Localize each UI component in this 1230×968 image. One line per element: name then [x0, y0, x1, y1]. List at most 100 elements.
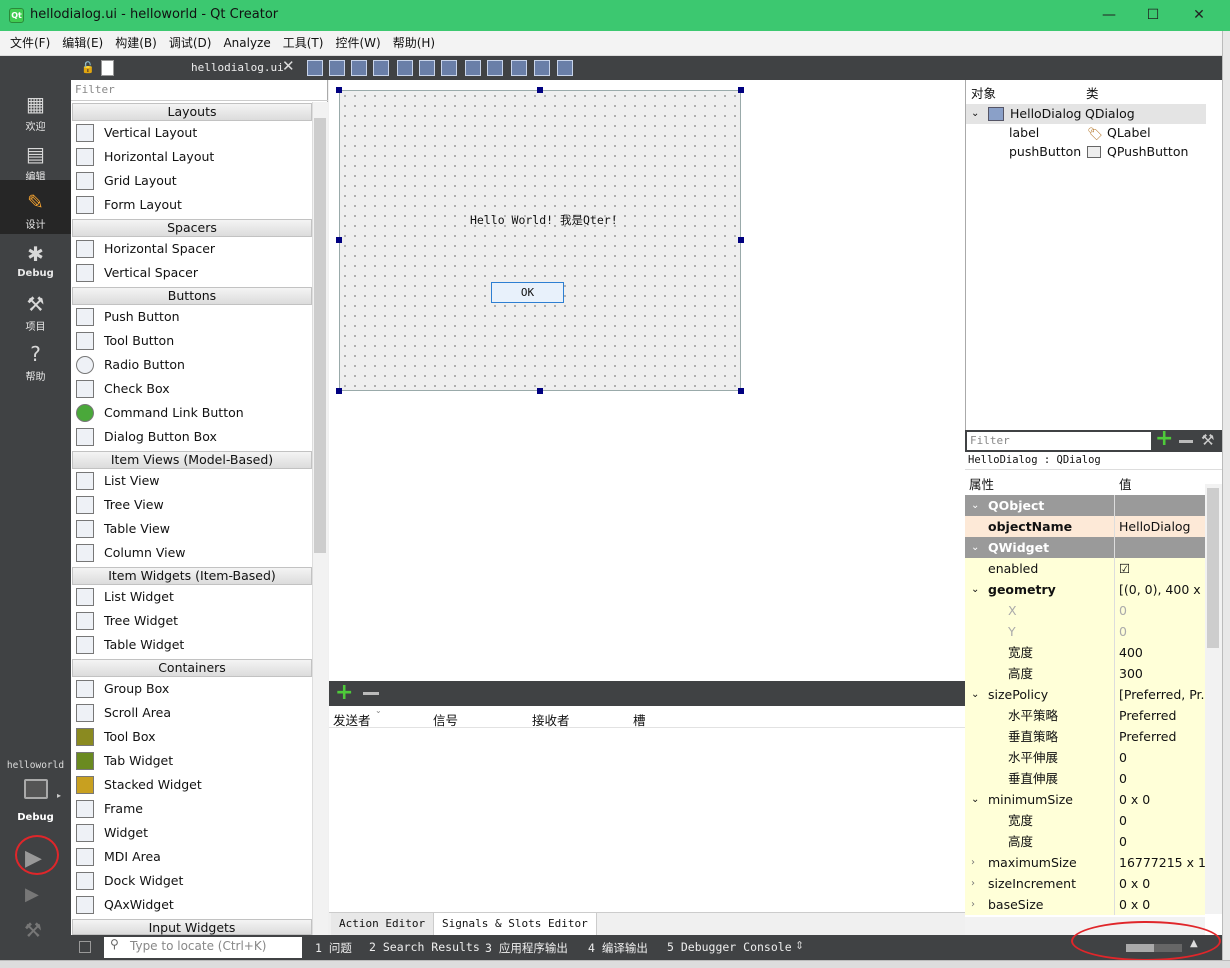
property-value[interactable]: 0	[1115, 747, 1205, 768]
widget-tree-widget[interactable]: Tree Widget	[74, 609, 310, 633]
col-receiver[interactable]: 接收者	[532, 710, 570, 729]
widget-stacked-widget[interactable]: Stacked Widget	[74, 773, 310, 797]
property-row[interactable]: 宽度 400	[965, 642, 1205, 663]
debug-run-icon[interactable]: ▶	[25, 884, 39, 905]
widget-vertical-spacer[interactable]: Vertical Spacer	[74, 261, 310, 285]
mode-design[interactable]: ✎ 设计	[0, 180, 71, 234]
property-row[interactable]: sizeIncrement 0 x 0 ›	[965, 873, 1205, 894]
configure-wrench-icon[interactable]: ⚒	[1201, 431, 1214, 449]
property-value[interactable]: 0 x 0	[1115, 873, 1205, 894]
collapse-arrow-icon[interactable]: ⌄	[971, 789, 979, 810]
property-row[interactable]: geometry[(0, 0), 400 x 3... ⌄	[965, 579, 1205, 600]
menu-analyze[interactable]: Analyze	[217, 31, 276, 56]
category-buttons[interactable]: Buttons	[72, 287, 312, 305]
remove-dynamic-property-icon[interactable]	[1179, 440, 1193, 443]
property-value[interactable]: 0 x 0	[1115, 789, 1205, 810]
menu-debug[interactable]: 调试(D)	[163, 31, 218, 56]
widget-mdi-area[interactable]: MDI Area	[74, 845, 310, 869]
widget-vertical-layout[interactable]: Vertical Layout	[74, 121, 310, 145]
widget-push-button[interactable]: Push Button	[74, 305, 310, 329]
col-signal[interactable]: 信号	[433, 710, 458, 729]
property-value[interactable]: [(0, 0), 400 x 3...	[1115, 579, 1205, 600]
close-button[interactable]: ✕	[1176, 0, 1222, 31]
menu-tools[interactable]: 工具(T)	[277, 31, 330, 56]
col-object[interactable]: 对象	[971, 83, 996, 102]
property-value[interactable]: 0	[1115, 621, 1205, 642]
property-row[interactable]: sizePolicy [Preferred, Pr... ⌄	[965, 684, 1205, 705]
selection-handle[interactable]	[537, 388, 543, 394]
locator-input[interactable]: ⚲ Type to locate (Ctrl+K)	[104, 937, 302, 958]
menu-help[interactable]: 帮助(H)	[387, 31, 441, 56]
widget-column-view[interactable]: Column View	[74, 541, 310, 565]
widget-grid-layout[interactable]: Grid Layout	[74, 169, 310, 193]
edit-buddies-icon[interactable]	[351, 60, 367, 76]
widget-qaxwidget[interactable]: QAxWidget	[74, 893, 310, 917]
property-value[interactable]: 0	[1115, 831, 1205, 852]
widget-table-view[interactable]: Table View	[74, 517, 310, 541]
remove-connection-icon[interactable]	[363, 692, 379, 695]
widget-filter-input[interactable]: Filter	[71, 80, 328, 101]
menu-file[interactable]: 文件(F)	[4, 31, 56, 56]
expand-arrow-icon[interactable]: ›	[971, 873, 975, 894]
mode-edit[interactable]: ▤ 编辑	[0, 136, 71, 186]
widget-check-box[interactable]: Check Box	[74, 377, 310, 401]
close-document-icon[interactable]: ✕	[282, 57, 295, 75]
category-input-widgets[interactable]: Input Widgets	[72, 919, 312, 935]
selection-handle[interactable]	[738, 237, 744, 243]
layout-vertical-icon[interactable]	[419, 60, 435, 76]
collapse-arrow-icon[interactable]: ⌄	[971, 495, 979, 516]
monitor-icon[interactable]	[24, 779, 48, 799]
widget-frame[interactable]: Frame	[74, 797, 310, 821]
property-row[interactable]: 高度 0	[965, 831, 1205, 852]
property-value[interactable]: ☑	[1115, 558, 1205, 579]
edit-signals-icon[interactable]	[329, 60, 345, 76]
property-row[interactable]: 宽度 0	[965, 810, 1205, 831]
col-value[interactable]: 值	[1119, 474, 1132, 493]
widget-tab-widget[interactable]: Tab Widget	[74, 749, 310, 773]
widget-form-layout[interactable]: Form Layout	[74, 193, 310, 217]
selection-handle[interactable]	[738, 87, 744, 93]
toggle-sidebar-icon[interactable]	[79, 941, 91, 953]
property-value[interactable]: 0	[1115, 810, 1205, 831]
category-spacers[interactable]: Spacers	[72, 219, 312, 237]
property-row[interactable]: maximumSize16777215 x 1... ›	[965, 852, 1205, 873]
form-ok-button[interactable]: OK	[491, 282, 564, 303]
property-row[interactable]: objectName HelloDialog	[965, 516, 1205, 537]
category-layouts[interactable]: Layouts	[72, 103, 312, 121]
break-layout-icon[interactable]	[534, 60, 550, 76]
col-property[interactable]: 属性	[969, 474, 994, 493]
layout-splitter-v-icon[interactable]	[465, 60, 481, 76]
widget-dock-widget[interactable]: Dock Widget	[74, 869, 310, 893]
collapse-arrow-icon[interactable]: ⌄	[971, 537, 979, 558]
widget-tree-view[interactable]: Tree View	[74, 493, 310, 517]
col-slot[interactable]: 槽	[633, 710, 646, 729]
adjust-size-icon[interactable]	[557, 60, 573, 76]
object-row[interactable]: pushButton QPushButton	[966, 142, 1206, 162]
edit-widgets-icon[interactable]	[307, 60, 323, 76]
selection-handle[interactable]	[537, 87, 543, 93]
property-group-qwidget[interactable]: QWidget ⌄	[965, 537, 1205, 558]
pane-issues[interactable]: 1 问题	[315, 940, 352, 956]
maximize-button[interactable]: ☐	[1130, 0, 1176, 31]
property-row[interactable]: Y0	[965, 621, 1205, 642]
pane-app-output[interactable]: 3 应用程序输出	[485, 940, 568, 956]
col-sender[interactable]: 发送者	[333, 710, 371, 729]
selection-handle[interactable]	[336, 87, 342, 93]
widget-dialog-button-box[interactable]: Dialog Button Box	[74, 425, 310, 449]
property-value[interactable]: 16777215 x 1...	[1115, 852, 1205, 873]
menu-widgets[interactable]: 控件(W)	[329, 31, 386, 56]
property-row[interactable]: 水平伸展 0	[965, 747, 1205, 768]
widget-table-widget[interactable]: Table Widget	[74, 633, 310, 657]
property-value[interactable]: 400	[1115, 642, 1205, 663]
object-row[interactable]: ⌄ HelloDialog QDialog	[966, 104, 1206, 124]
pane-debugger-console[interactable]: 5 Debugger Console	[667, 940, 792, 954]
expand-arrow-icon[interactable]: ›	[971, 852, 975, 873]
build-hammer-icon[interactable]: ⚒	[24, 918, 42, 942]
property-group-qobject[interactable]: QObject ⌄	[965, 495, 1205, 516]
widget-scroll-area[interactable]: Scroll Area	[74, 701, 310, 725]
widget-tool-button[interactable]: Tool Button	[74, 329, 310, 353]
selection-handle[interactable]	[336, 388, 342, 394]
form-label[interactable]: Hello World! 我是Qter!	[470, 212, 618, 228]
minimize-button[interactable]: —	[1086, 0, 1132, 31]
selection-handle[interactable]	[738, 388, 744, 394]
